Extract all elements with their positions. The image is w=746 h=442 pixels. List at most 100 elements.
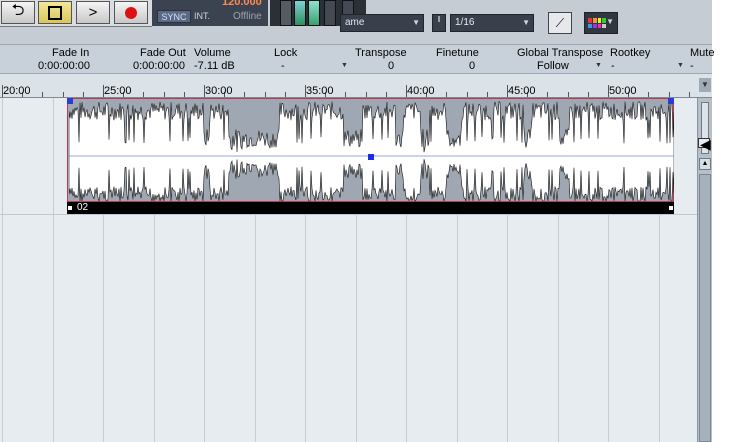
record-icon xyxy=(125,6,137,19)
scrub-tool-button[interactable]: ⟋ xyxy=(548,12,572,34)
sync-button[interactable]: SYNC xyxy=(157,10,191,23)
info-value-fade-out[interactable]: 0:00:00:00 xyxy=(133,60,185,72)
grid-line xyxy=(2,98,3,442)
ruler-label: 35:00 xyxy=(306,85,334,97)
event-resize-handle-right[interactable] xyxy=(668,205,674,211)
ruler-tick xyxy=(568,92,569,97)
meter-bar xyxy=(324,0,336,26)
audio-event-body[interactable] xyxy=(67,98,674,202)
sync-status-label: Offline xyxy=(233,11,262,22)
chevron-down-icon: ▼ xyxy=(701,80,709,89)
time-ruler[interactable]: 20:00 25:00 30:00 35:00 40:00 45:00 50:0… xyxy=(0,74,712,98)
ruler-tick xyxy=(487,92,488,97)
info-label-mute: Mute xyxy=(690,47,715,59)
ruler-tick xyxy=(164,92,165,97)
waveform-shape xyxy=(69,100,674,202)
info-line: Fade In 0:00:00:00 Fade Out 0:00:00:00 V… xyxy=(0,44,715,74)
stop-button[interactable] xyxy=(38,1,72,24)
color-menu-button[interactable]: ▼ xyxy=(584,12,618,34)
fade-in-handle[interactable] xyxy=(67,98,73,104)
meter-bar xyxy=(280,0,292,26)
cycle-icon: ⮌ xyxy=(11,2,25,19)
info-label-lock: Lock xyxy=(274,47,298,59)
ruler-label: 30:00 xyxy=(205,85,233,97)
info-label-fade-out: Fade Out xyxy=(140,47,186,59)
mouse-cursor-icon: ◀ xyxy=(700,136,711,152)
fade-out-handle[interactable] xyxy=(668,98,674,104)
ruler-tick xyxy=(648,92,649,97)
quantize-dropdown[interactable]: 1/16 ▼ xyxy=(450,14,534,32)
volume-handle[interactable] xyxy=(368,154,374,160)
ruler-tick xyxy=(63,92,64,97)
sync-source-label: INT. xyxy=(194,11,211,21)
tempo-display[interactable]: 120.000 xyxy=(222,0,262,8)
ruler-tick xyxy=(184,92,185,97)
waveform xyxy=(69,100,674,202)
window-edge xyxy=(712,0,746,442)
ruler-tick xyxy=(83,92,84,97)
info-label-fade-in: Fade In xyxy=(52,47,90,59)
meter-bar xyxy=(294,0,306,26)
info-value-lock[interactable]: - xyxy=(281,60,285,72)
ruler-label: 20:00 xyxy=(3,85,31,97)
ruler-label: 50:00 xyxy=(609,85,637,97)
chevron-down-icon: ▼ xyxy=(677,62,684,69)
audio-event-name: 02 xyxy=(77,202,89,213)
ruler-tick xyxy=(42,92,43,97)
ruler-tick xyxy=(345,92,346,97)
transport-panel: ⮌ > xyxy=(0,0,152,27)
scroll-up-button[interactable]: ▲ xyxy=(699,158,711,170)
audio-event[interactable]: 02 xyxy=(67,98,674,214)
ruler-tick xyxy=(547,92,548,97)
chevron-up-icon: ▲ xyxy=(701,160,709,167)
info-label-finetune: Finetune xyxy=(436,47,479,59)
stop-icon xyxy=(48,5,62,20)
info-label-rootkey: Rootkey xyxy=(610,47,651,59)
snap-type-dropdown[interactable]: ame ▼ xyxy=(340,14,424,32)
ruler-tick xyxy=(244,92,245,97)
ruler-tick xyxy=(285,92,286,97)
info-label-volume: Volume xyxy=(194,47,231,59)
info-value-transpose[interactable]: 0 xyxy=(388,60,394,72)
info-value-finetune[interactable]: 0 xyxy=(469,60,475,72)
chevron-down-icon: ▼ xyxy=(341,62,348,69)
ruler-tick xyxy=(446,92,447,97)
play-icon: > xyxy=(88,4,98,21)
ruler-label: 40:00 xyxy=(407,85,435,97)
chevron-down-icon: ▼ xyxy=(412,18,420,27)
info-label-transpose: Transpose xyxy=(355,47,407,59)
record-button[interactable] xyxy=(114,1,148,24)
info-value-fade-in[interactable]: 0:00:00:00 xyxy=(38,60,90,72)
color-palette-icon xyxy=(588,18,606,28)
ruler-menu-button[interactable]: ▼ xyxy=(699,78,711,92)
meter-bar xyxy=(308,0,320,26)
ruler-tick xyxy=(366,92,367,97)
ruler-label: 45:00 xyxy=(508,85,536,97)
ruler-tick xyxy=(143,92,144,97)
grid-line xyxy=(53,98,54,442)
info-value-volume[interactable]: -7.11 dB xyxy=(194,60,235,72)
ruler-tick xyxy=(669,92,670,97)
quantize-value: 1/16 xyxy=(455,17,475,28)
event-display[interactable]: 02 xyxy=(0,98,697,442)
event-resize-handle-left[interactable] xyxy=(67,205,73,211)
track-divider xyxy=(0,214,697,215)
ruler-tick xyxy=(265,92,266,97)
ruler-label: 25:00 xyxy=(104,85,132,97)
chevron-down-icon: ▼ xyxy=(595,62,602,69)
info-label-global-transpose: Global Transpose xyxy=(517,47,604,59)
info-value-global-transpose[interactable]: Follow xyxy=(537,60,569,72)
play-button[interactable]: > xyxy=(76,1,110,24)
ruler-tick xyxy=(386,92,387,97)
info-value-mute[interactable]: - xyxy=(690,60,694,72)
ruler-tick xyxy=(689,92,690,97)
info-value-rootkey[interactable]: - xyxy=(611,60,615,72)
audio-event-label-bar: 02 xyxy=(67,202,674,214)
cycle-button[interactable]: ⮌ xyxy=(1,1,35,24)
snap-type-value: ame xyxy=(345,17,365,28)
ruler-tick xyxy=(588,92,589,97)
scrollbar-thumb[interactable] xyxy=(699,174,711,442)
scrub-icon: ⟋ xyxy=(555,16,565,30)
chevron-down-icon: ▼ xyxy=(522,18,530,27)
quantize-icon[interactable]: ‖ xyxy=(432,14,446,32)
